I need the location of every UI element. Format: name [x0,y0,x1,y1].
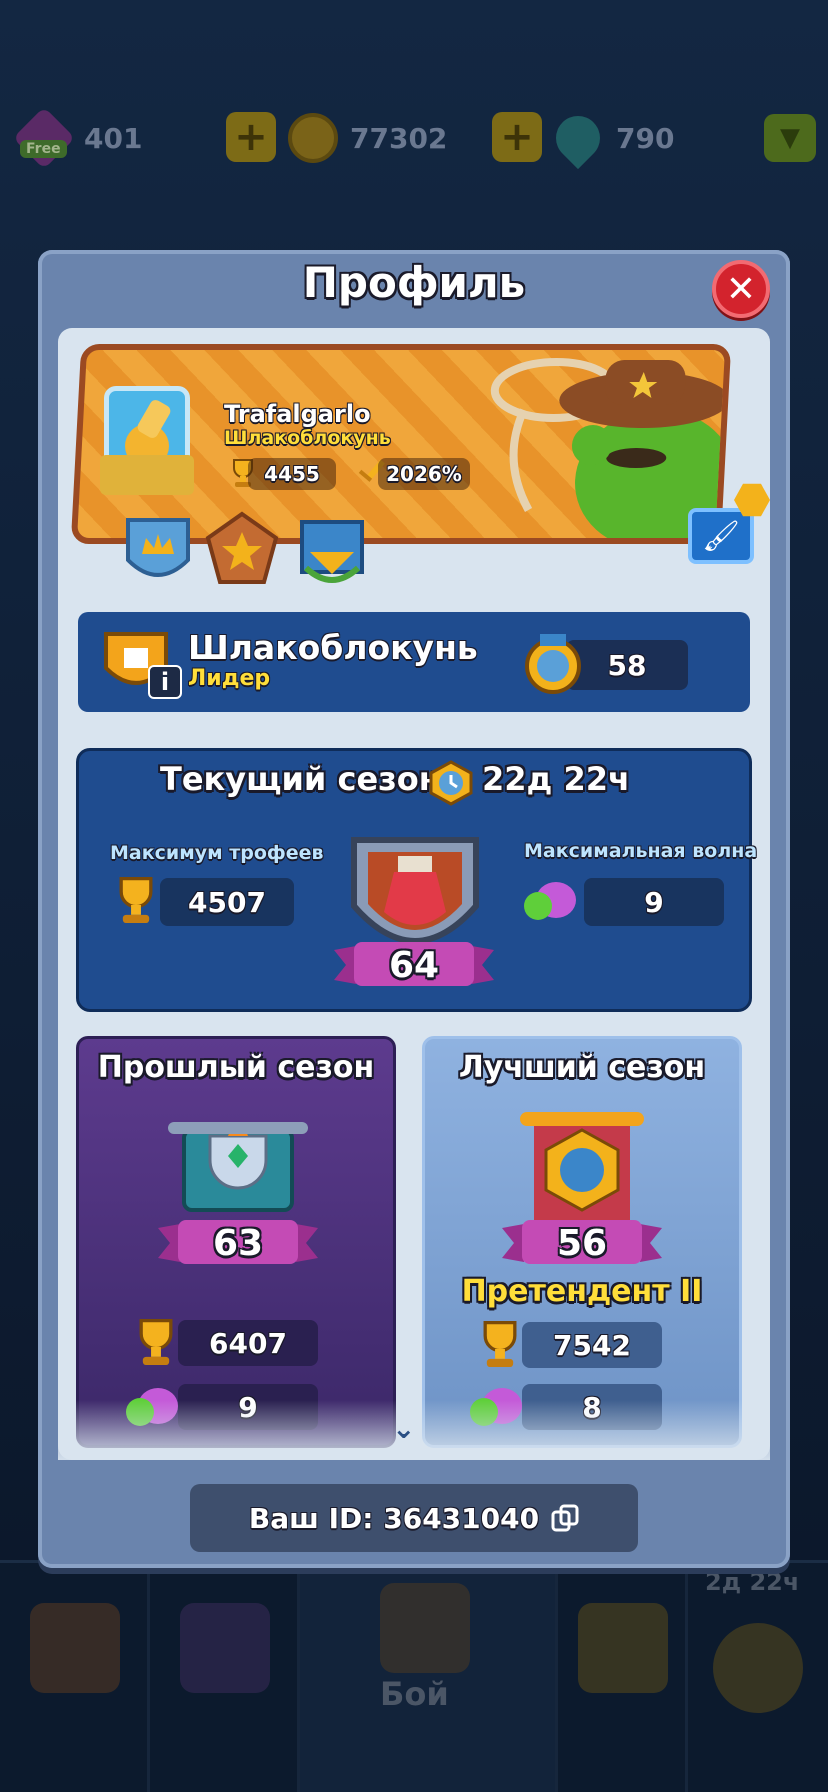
best-season-rank: 56 [556,1222,608,1264]
max-wave-label: Максимальная волна [524,840,758,862]
past-season-rank: 63 [212,1222,264,1264]
swords-icon [380,1583,470,1673]
trophy-icon [139,1318,173,1366]
nav-timer: 2д 22ч [705,1568,800,1596]
badge-star-icon [205,511,279,584]
clock-icon [429,760,473,806]
max-trophies-label: Максимум трофеев [110,842,324,864]
player-name: Trafalgarlo [224,400,371,428]
edit-banner-button[interactable]: 🖌 [688,508,754,564]
clan-value: 58 [607,648,647,682]
past-season-title: Прошлый сезон [97,1050,375,1085]
crystal-icon [546,106,610,170]
gem-icon [12,106,76,170]
laurel-icon [713,1623,803,1713]
dropdown-button[interactable]: ▼ [764,114,816,162]
add-gems-button[interactable]: + [226,112,276,162]
clan-name: Шлакоблокунь [188,628,478,667]
gems-value: 401 [84,121,143,155]
chest-icon [30,1603,120,1693]
wave-monsters-icon [524,882,576,920]
coins-counter[interactable]: 77302 [288,110,447,166]
trophy-icon [483,1320,517,1368]
copy-icon[interactable] [551,1504,579,1532]
best-season-title: Лучший сезон [458,1050,706,1085]
past-season-trophies: 6407 [178,1320,318,1366]
crystals-value: 790 [616,121,675,155]
nav-season[interactable] [688,1563,828,1792]
fight-label: Бой [380,1675,449,1713]
close-icon: ✕ [725,268,757,310]
brush-icon: 🖌 [701,518,741,554]
max-wave-value: 9 [584,878,724,926]
add-coins-button[interactable]: + [492,112,542,162]
best-season-banner-icon [520,1112,644,1220]
player-id-text: Ваш ID: 36431040 [248,1501,540,1535]
player-clan-name: Шлакоблокунь [224,427,391,449]
player-power: 2026% [378,458,470,490]
modal-title: Профиль [302,258,526,307]
current-season-rank: 64 [388,944,440,986]
coin-icon [288,113,338,163]
player-id-box[interactable]: Ваш ID: 36431040 [190,1484,638,1552]
resource-bar: 401 Free + 77302 + 790 ▼ [0,106,828,170]
past-season-trophy-icon [168,1122,308,1212]
close-button[interactable]: ✕ [712,260,770,318]
clan-role: Лидер [188,666,271,691]
free-badge: Free [20,140,67,158]
best-season-trophies: 7542 [522,1322,662,1368]
avatar-frame [100,455,194,495]
nav-shop[interactable] [0,1563,150,1792]
coins-value: 77302 [350,121,448,155]
badge-crown-icon [126,518,190,577]
season-timer: 22д 22ч [482,760,631,798]
max-trophies-value: 4507 [160,878,294,926]
scroll-down-chevron-icon[interactable]: ⌄ [392,1412,415,1445]
clan-shield-icon [578,1603,668,1693]
nav-clan[interactable] [558,1563,688,1792]
cards-icon [180,1603,270,1693]
badge-tower-icon [300,520,364,583]
crystals-counter[interactable]: 790 [546,106,675,170]
best-season-rank-name: Претендент II [461,1274,703,1309]
info-icon[interactable]: i [148,665,182,699]
player-trophies: 4455 [248,458,336,490]
nav-cards[interactable] [150,1563,300,1792]
trophy-icon [119,876,153,924]
current-season-title: Текущий сезон: [160,760,454,798]
